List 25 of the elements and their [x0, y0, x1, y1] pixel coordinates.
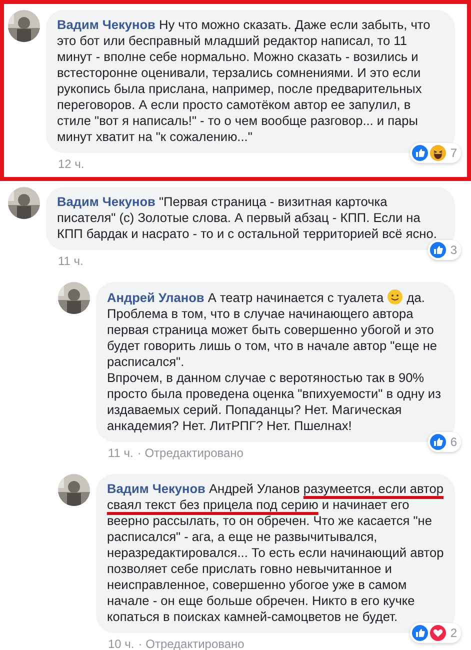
like-icon — [430, 242, 446, 258]
timestamp[interactable]: 10 ч. — [108, 637, 134, 650]
timestamp[interactable]: 12 ч. — [58, 157, 84, 173]
author-name[interactable]: Вадим Чекунов — [57, 194, 156, 209]
reactions-badge[interactable]: 7 — [410, 143, 461, 163]
comment-text: Вадим Чекунов "Первая страница - визитная карточка писателя" (с) Золотые слова. А первый абзац - КПП. Если на КПП бардак и насрато - то и с остальной территорией всё ясно. — [57, 194, 438, 242]
author-name[interactable]: Вадим Чекунов — [107, 481, 206, 496]
timestamp[interactable]: 11 ч. — [58, 254, 84, 270]
comment-text: Впрочем, в данном случае с веротяностью так в 90% просто была проведена оценка "впихуемости" в одну из издаваемых серий. Попаданцы? Нет. Магическая анкадемия? Нет. ЛитРПГ? Нет. Пшелнах! — [107, 370, 442, 434]
comment-text: Вадим Чекунов Андрей Уланов разумеется, если автор сваял текст без прицела под серию и начинает его веерно рассылать, то он обречен. Что же касается "не расписался" - ага, а еще не развычитывался, неразредактировался... То есть если начинающий автор позволяет себе прислать говно невычитанное и неисправленное, совершенно убогое уже в самом начале - он еще больше обречен. Никто в его кучке копаться в поисках камней-самоцветов не будет. — [107, 481, 444, 625]
like-icon — [412, 145, 428, 161]
comment-text: Андрей Уланов А театр начинается с туалета да. — [107, 289, 426, 306]
author-name[interactable]: Андрей Уланов — [107, 290, 204, 305]
reactions-badge[interactable]: 3 — [428, 240, 461, 260]
timestamp[interactable]: 11 ч. — [108, 446, 134, 462]
laughing-face-icon — [430, 145, 446, 161]
reactions-badge[interactable]: 2 — [410, 623, 461, 643]
comment-text: Проблема в том, что в случае начинающего автора первая страница может быть совершенно убогой и это будет говорить лишь о том, что в начале автор "еще не расписался". — [107, 306, 438, 370]
author-name[interactable]: Вадим Чекунов — [57, 17, 156, 32]
edited-label: · Отредактировано — [137, 446, 244, 462]
reactions-badge[interactable]: 6 — [428, 432, 461, 452]
smiley-icon — [387, 289, 404, 305]
like-icon — [412, 625, 428, 641]
comment-text: Вадим Чекунов Ну что можно сказать. Даже если забыть, что это бот или бесправный младший редактор написал, то 11 минут - вполне себе нормально. Можно сказать - возились и встесторонне оценивали, терзались сомнениями. И это если рукопись была прислана, например, после предварительных переговоров. А если просто самотёком автор ее запулил, в стиле "вот я написаль!" - то о чем вообще разговор... и пары минут хватит на "к сожалению..." — [57, 17, 432, 145]
like-icon — [430, 434, 446, 450]
